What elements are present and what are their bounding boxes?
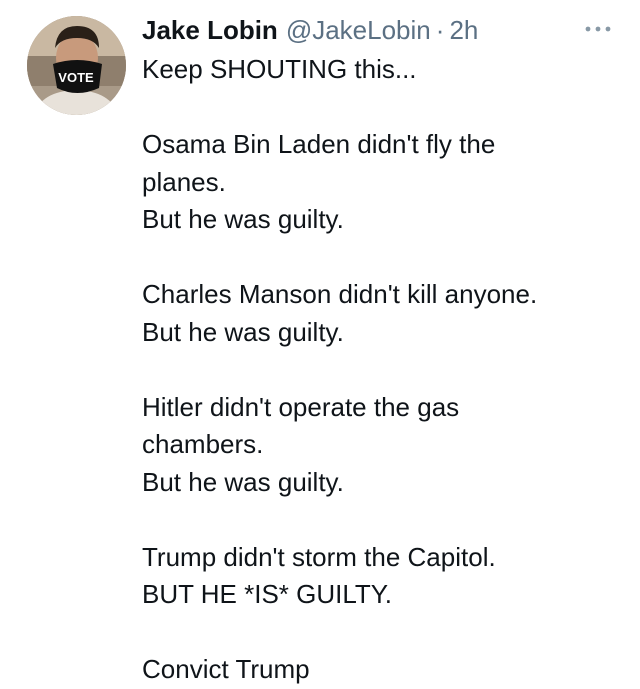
tweet-line: Osama Bin Laden didn't fly the	[142, 129, 496, 159]
tweet-header: Jake Lobin @JakeLobin · 2h	[142, 14, 478, 46]
tweet-line: Trump didn't storm the Capitol.	[142, 541, 496, 572]
tweet-line: But he was guilty.	[142, 316, 344, 347]
avatar[interactable]: VOTE	[27, 16, 126, 115]
tweet-line: Charles Manson didn't kill anyone.	[142, 279, 538, 309]
tweet-line: But he was guilty.	[142, 466, 344, 497]
header-separator: ·	[435, 15, 445, 45]
tweet-line: But he was guilty.	[142, 204, 344, 234]
tweet-line: BUT HE *IS* GUILTY.	[142, 579, 392, 609]
avatar-mask-text: VOTE	[58, 70, 94, 85]
tweet-line: Hitler didn't operate the gas	[142, 391, 460, 422]
tweet-line: chambers.	[142, 429, 264, 459]
tweet-line: planes.	[142, 166, 226, 197]
user-handle[interactable]: @JakeLobin	[286, 14, 431, 46]
more-options-button[interactable]	[583, 22, 613, 36]
ellipsis-icon	[585, 26, 611, 32]
avatar-photo: VOTE	[27, 16, 126, 115]
tweet-line: Keep SHOUTING this...	[142, 54, 417, 84]
display-name[interactable]: Jake Lobin	[142, 14, 278, 46]
tweet-line: Convict Trump	[142, 654, 310, 684]
tweet[interactable]: VOTE Jake Lobin @JakeLobin · 2h Keep SHO…	[0, 0, 640, 684]
tweet-timestamp[interactable]: 2h	[449, 14, 478, 46]
tweet-text: Keep SHOUTING this... Osama Bin Laden di…	[142, 51, 622, 689]
